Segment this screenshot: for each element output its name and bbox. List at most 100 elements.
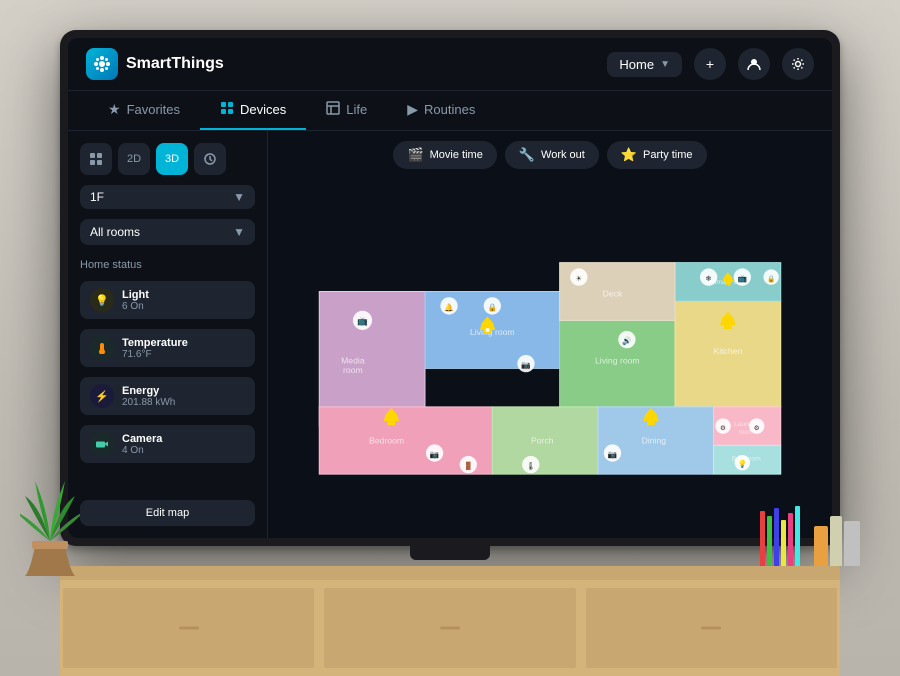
shelf bbox=[0, 566, 900, 676]
home-selector[interactable]: Home ▼ bbox=[607, 52, 682, 77]
shelf-top bbox=[60, 566, 840, 580]
energy-name: Energy bbox=[122, 385, 175, 397]
tab-life[interactable]: Life bbox=[306, 91, 387, 130]
view-controls: 2D 3D bbox=[80, 143, 255, 175]
light-status-text: Light 6 On bbox=[122, 289, 149, 312]
svg-text:📷: 📷 bbox=[430, 449, 440, 458]
camera-status-icon bbox=[90, 432, 114, 456]
workout-button[interactable]: 🔧 Work out bbox=[505, 141, 599, 169]
room-label: All rooms bbox=[90, 225, 140, 239]
status-item-energy: ⚡ Energy 201.88 kWh bbox=[80, 377, 255, 415]
pencils-decoration bbox=[760, 506, 800, 566]
energy-status-text: Energy 201.88 kWh bbox=[122, 385, 175, 408]
svg-text:Living room: Living room bbox=[595, 355, 640, 365]
party-label: Party time bbox=[643, 149, 693, 161]
svg-text:Dining: Dining bbox=[642, 435, 667, 445]
map-area: 🎬 Movie time 🔧 Work out ⭐ Party time bbox=[268, 131, 832, 538]
svg-text:📷: 📷 bbox=[608, 449, 618, 458]
shelf-drawer-2 bbox=[324, 588, 575, 668]
movie-time-button[interactable]: 🎬 Movie time bbox=[393, 141, 496, 169]
light-value: 6 On bbox=[122, 301, 149, 312]
settings-button[interactable] bbox=[782, 48, 814, 80]
light-name: Light bbox=[122, 289, 149, 301]
floor-selector[interactable]: 1F ▼ bbox=[80, 185, 255, 209]
svg-text:Porch: Porch bbox=[531, 435, 554, 445]
svg-text:Deck: Deck bbox=[603, 288, 623, 298]
books-decoration bbox=[814, 516, 860, 566]
shelf-body bbox=[60, 580, 840, 676]
room-arrow: ▼ bbox=[233, 225, 245, 239]
svg-text:❄: ❄ bbox=[705, 273, 711, 282]
floor-label: 1F bbox=[90, 190, 104, 204]
brand-icon bbox=[86, 48, 118, 80]
light-status-icon: 💡 bbox=[90, 288, 114, 312]
svg-text:room: room bbox=[343, 365, 363, 375]
status-item-light: 💡 Light 6 On bbox=[80, 281, 255, 319]
app-header: SmartThings Home ▼ + bbox=[68, 38, 832, 91]
workout-icon: 🔧 bbox=[519, 147, 535, 163]
svg-text:Bedroom: Bedroom bbox=[369, 435, 404, 445]
nav-tabs: ★ Favorites Devices bbox=[68, 91, 832, 131]
tv-frame: SmartThings Home ▼ + bbox=[60, 30, 840, 546]
energy-status-icon: ⚡ bbox=[90, 384, 114, 408]
favorites-icon: ★ bbox=[108, 101, 121, 118]
svg-text:🔔: 🔔 bbox=[444, 302, 454, 311]
svg-text:📺: 📺 bbox=[357, 316, 368, 326]
tab-favorites[interactable]: ★ Favorites bbox=[88, 91, 200, 130]
tab-routines[interactable]: ▶ Routines bbox=[387, 91, 495, 130]
svg-text:⚙: ⚙ bbox=[754, 423, 760, 431]
3d-view-button[interactable]: 3D bbox=[156, 143, 188, 175]
home-dropdown-arrow: ▼ bbox=[660, 59, 670, 70]
brand-name: SmartThings bbox=[126, 55, 224, 73]
temp-value: 71.6°F bbox=[122, 349, 188, 360]
plant-decoration bbox=[20, 456, 80, 576]
svg-text:🌡: 🌡 bbox=[526, 461, 536, 470]
svg-text:🚪: 🚪 bbox=[463, 461, 473, 470]
devices-icon bbox=[220, 101, 234, 118]
party-icon: ⭐ bbox=[621, 147, 637, 163]
home-status-label: Home status bbox=[80, 259, 255, 271]
routines-icon: ▶ bbox=[407, 101, 418, 118]
main-content: 2D 3D bbox=[68, 131, 832, 538]
energy-value: 201.88 kWh bbox=[122, 397, 175, 408]
status-item-camera: Camera 4 On bbox=[80, 425, 255, 463]
2d-view-button[interactable]: 2D bbox=[118, 143, 150, 175]
tab-devices[interactable]: Devices bbox=[200, 91, 306, 130]
tab-routines-label: Routines bbox=[424, 102, 475, 117]
camera-status-text: Camera 4 On bbox=[122, 433, 162, 456]
profile-button[interactable] bbox=[738, 48, 770, 80]
svg-text:🔒: 🔒 bbox=[488, 302, 498, 311]
grid-view-button[interactable] bbox=[80, 143, 112, 175]
svg-text:Media: Media bbox=[341, 355, 365, 365]
tv-stand bbox=[410, 544, 490, 560]
party-time-button[interactable]: ⭐ Party time bbox=[607, 141, 707, 169]
home-label: Home bbox=[619, 57, 654, 72]
temp-name: Temperature bbox=[122, 337, 188, 349]
status-item-temperature: Temperature 71.6°F bbox=[80, 329, 255, 367]
shelf-drawer-1 bbox=[63, 588, 314, 668]
room-background: SmartThings Home ▼ + bbox=[0, 0, 900, 676]
edit-map-button[interactable]: Edit map bbox=[80, 500, 255, 526]
camera-value: 4 On bbox=[122, 445, 162, 456]
floor-arrow: ▼ bbox=[233, 190, 245, 204]
scene-buttons: 🎬 Movie time 🔧 Work out ⭐ Party time bbox=[393, 141, 706, 169]
life-icon bbox=[326, 101, 340, 118]
history-button[interactable] bbox=[194, 143, 226, 175]
svg-text:☀: ☀ bbox=[575, 273, 582, 282]
movie-label: Movie time bbox=[430, 149, 483, 161]
add-button[interactable]: + bbox=[694, 48, 726, 80]
movie-icon: 🎬 bbox=[407, 147, 423, 163]
room-selector[interactable]: All rooms ▼ bbox=[80, 219, 255, 245]
tab-life-label: Life bbox=[346, 102, 367, 117]
sidebar: 2D 3D bbox=[68, 131, 268, 538]
temp-status-text: Temperature 71.6°F bbox=[122, 337, 188, 360]
svg-text:Kitchen: Kitchen bbox=[713, 346, 742, 356]
2d-label: 2D bbox=[127, 153, 141, 165]
floorplan-container: Media room Living room Living room Kitch… bbox=[278, 179, 822, 528]
svg-text:📺: 📺 bbox=[738, 273, 748, 282]
svg-text:🔒: 🔒 bbox=[767, 274, 775, 282]
floorplan: Media room Living room Living room Kitch… bbox=[300, 214, 800, 494]
workout-label: Work out bbox=[541, 149, 585, 161]
tab-favorites-label: Favorites bbox=[127, 102, 180, 117]
camera-name: Camera bbox=[122, 433, 162, 445]
